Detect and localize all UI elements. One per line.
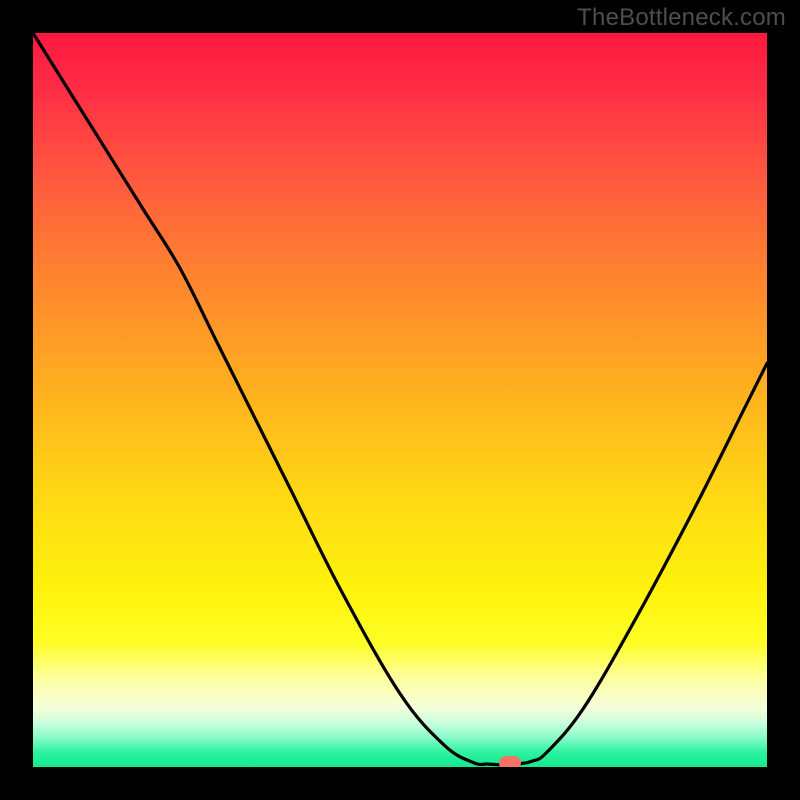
watermark-text: TheBottleneck.com — [577, 4, 786, 32]
bottleneck-curve — [33, 33, 767, 765]
chart-frame: TheBottleneck.com — [0, 0, 800, 800]
curve-svg — [33, 33, 767, 767]
minimum-marker — [499, 756, 521, 767]
plot-area — [33, 33, 767, 767]
